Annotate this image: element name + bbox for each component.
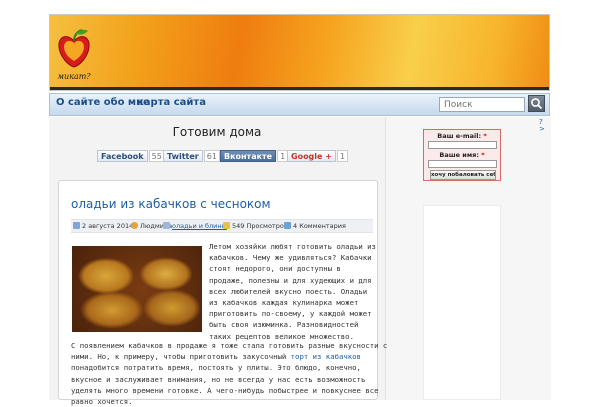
vkontakte-button[interactable]: Вконтакте (220, 150, 277, 162)
post-views: 549 Просмотров (223, 220, 288, 233)
subscribe-button[interactable]: хочу побаловать себя! (430, 170, 496, 180)
twitter-button[interactable]: Twitter (163, 150, 203, 162)
post-image[interactable] (72, 246, 202, 332)
subscribe-form: Ваш e-mail: * Ваше имя: * хочу побаловат… (423, 129, 501, 181)
share-facebook[interactable]: Facebook 55 (97, 150, 165, 163)
post-title-link[interactable]: оладьи из кабачков с чесноком (71, 197, 271, 211)
twitter-count: 61 (203, 150, 220, 162)
share-google[interactable]: Google +1 (287, 150, 349, 163)
post-meta: 2 августа 2014 Людмила оладьи и блины 54… (71, 219, 373, 233)
calendar-icon (73, 222, 80, 229)
people-icon (223, 222, 230, 229)
post-intro: Летом хозяйки любят готовить оладьи из к… (209, 242, 376, 341)
name-label: Ваше имя: * (439, 151, 485, 159)
folder-icon (163, 222, 170, 229)
google-plus-button[interactable]: Google + (287, 150, 336, 162)
post-comments-link[interactable]: 4 Комментария (284, 220, 346, 233)
post-date: 2 августа 2014 (73, 220, 133, 233)
page-title: Готовим дома (172, 125, 262, 139)
nav-item-sitemap[interactable]: карта сайта (137, 97, 206, 108)
share-vkontakte[interactable]: Вконтакте 1 (220, 150, 289, 163)
logo-text: микат? (57, 72, 91, 81)
search-icon (531, 98, 543, 110)
email-label: Ваш e-mail: * (437, 132, 487, 140)
help-link[interactable]: ? > (539, 119, 545, 133)
facebook-button[interactable]: Facebook (97, 150, 148, 162)
post-category-link[interactable]: оладьи и блины (163, 220, 227, 233)
apple-logo-icon[interactable]: микат? (56, 25, 92, 83)
nav-bar: О сайте обо мне карта сайта (49, 93, 550, 116)
comment-icon (284, 222, 291, 229)
search-input[interactable] (439, 97, 525, 112)
sidebar-widget (423, 205, 501, 400)
name-field[interactable] (428, 160, 497, 168)
search-button[interactable] (528, 95, 545, 112)
header-banner: микат? (49, 14, 550, 91)
google-plus-count: 1 (336, 150, 349, 162)
share-twitter[interactable]: Twitter 61 (163, 150, 220, 163)
nav-item-about[interactable]: О сайте обо мне (56, 97, 150, 108)
email-field[interactable] (428, 141, 497, 149)
post-body: С появлением кабачков в продаже я тоже с… (71, 341, 388, 407)
cake-recipe-link[interactable]: торт из кабачков (291, 352, 361, 361)
user-icon (131, 222, 138, 229)
